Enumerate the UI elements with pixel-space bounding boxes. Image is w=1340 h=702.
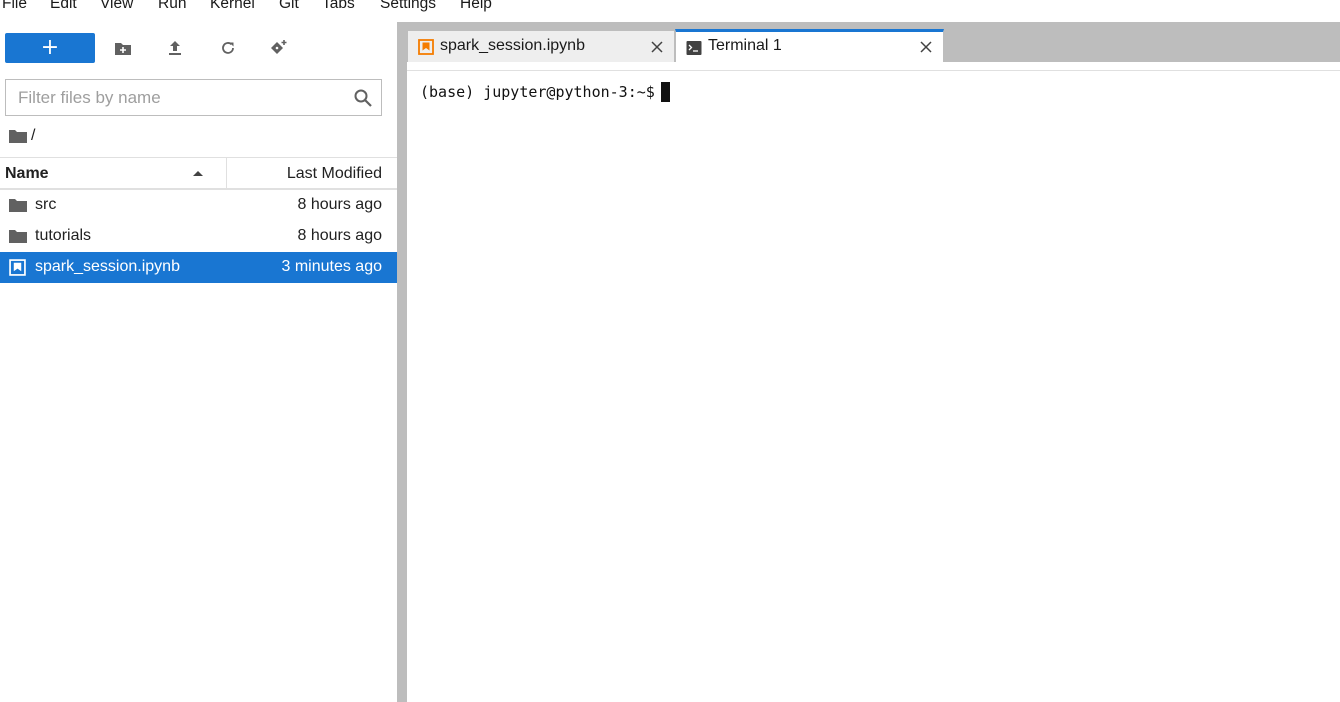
column-separator[interactable] [226,158,227,189]
folder-icon [9,230,27,243]
menu-kernel[interactable]: Kernel [210,0,255,13]
file-row-spark-session[interactable]: spark_session.ipynb 3 minutes ago [0,252,397,283]
terminal-icon [686,41,702,55]
main-tab-bar: spark_session.ipynb Terminal 1 [407,22,1340,62]
git-clone-icon [271,40,287,54]
upload-button[interactable] [163,36,187,60]
file-modified: 3 minutes ago [281,258,382,275]
refresh-button[interactable] [216,36,240,60]
sort-ascending-icon[interactable] [192,169,204,177]
menu-view[interactable]: View [100,0,133,13]
menu-file[interactable]: File [2,0,27,13]
breadcrumb-root[interactable]: / [31,127,35,145]
file-row-tutorials[interactable]: tutorials 8 hours ago [0,221,397,252]
file-list-header: Name Last Modified [0,157,397,190]
close-icon[interactable] [650,40,664,54]
menu-bar: File Edit View Run Kernel Git Tabs Setti… [0,0,1340,22]
upload-icon [169,41,181,55]
filter-input[interactable] [6,80,346,115]
column-modified-header[interactable]: Last Modified [287,165,382,183]
tab-label: spark_session.ipynb [440,37,585,54]
menu-help[interactable]: Help [460,0,492,13]
panel-splitter[interactable] [397,22,407,702]
terminal-panel[interactable]: (base) jupyter@python-3:~$ [407,72,1340,702]
file-modified: 8 hours ago [297,227,382,244]
menu-tabs[interactable]: Tabs [322,0,355,13]
folder-icon [9,199,27,212]
menu-edit[interactable]: Edit [50,0,77,13]
refresh-icon [222,42,234,54]
tab-label: Terminal 1 [708,37,782,54]
terminal-prompt: (base) jupyter@python-3:~$ [420,83,664,101]
close-icon[interactable] [919,40,933,54]
new-folder-button[interactable] [111,36,135,60]
tab-terminal-1[interactable]: Terminal 1 [675,29,944,62]
menu-settings[interactable]: Settings [380,0,436,13]
file-modified: 8 hours ago [297,196,382,213]
search-icon[interactable] [353,88,373,108]
notebook-icon [9,259,26,276]
new-launcher-button[interactable]: + [5,33,95,63]
tab-spark-session[interactable]: spark_session.ipynb [407,30,675,62]
folder-icon[interactable] [9,129,27,143]
column-name-header[interactable]: Name [5,165,49,183]
menu-run[interactable]: Run [158,0,186,13]
file-row-src[interactable]: src 8 hours ago [0,190,397,221]
breadcrumb: / [9,126,35,146]
menu-git[interactable]: Git [279,0,299,13]
file-browser-panel: + Filter files by name / Name Last Modif… [0,22,397,702]
git-clone-button[interactable] [267,36,291,60]
notebook-icon [418,39,434,55]
terminal-cursor [661,82,670,102]
file-browser-toolbar: + [0,22,397,74]
terminal-toolbar-area [407,62,1340,71]
file-name: spark_session.ipynb [35,258,180,275]
file-name: tutorials [35,227,92,244]
file-name: src [35,196,57,213]
new-folder-icon [115,42,131,55]
filter-box [5,79,382,116]
plus-icon: + [40,35,60,60]
